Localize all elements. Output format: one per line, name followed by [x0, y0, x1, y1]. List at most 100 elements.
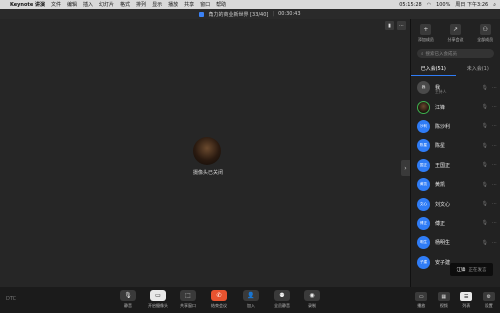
- more-icon[interactable]: ⋯: [492, 182, 497, 188]
- participant-row[interactable]: 国正 王国正 🎙 ⋯: [411, 156, 500, 175]
- participant-row[interactable]: 江锋 🎙 ⋯: [411, 97, 500, 116]
- more-icon[interactable]: ⋯: [492, 123, 497, 129]
- tab-joined[interactable]: 已入会(51): [411, 62, 456, 76]
- share-window-button[interactable]: ⬚ 共享窗口: [176, 290, 200, 309]
- speaking-status: 正在发言: [468, 267, 487, 273]
- title-separator: |: [272, 11, 275, 17]
- tab-not-joined[interactable]: 未入会(1): [456, 62, 500, 76]
- share-icon: ↗: [449, 24, 461, 35]
- more-icon[interactable]: ⋯: [492, 201, 497, 207]
- record-button[interactable]: ◉ 录制: [300, 290, 324, 309]
- more-icon[interactable]: ⋯: [492, 104, 497, 110]
- camera-off-label: 摄像头已关闭: [192, 170, 223, 176]
- video-top-icons: ▮ ⋯: [385, 21, 406, 30]
- menu-item-arrange[interactable]: 排列: [136, 1, 146, 8]
- control-bar: DTC 🎙 静音 ▭ 开启摄像头 ⬚ 共享窗口 ✆ 结束会议 👤 加入 ⚉ 全员…: [0, 287, 410, 313]
- panel-bottom-bar: ▭ 播放 ▦ 视频 ☰ 列表 ⚙ 设置: [410, 287, 500, 313]
- participant-name: 黄凯: [435, 182, 446, 189]
- settings-button[interactable]: ⚙ 设置: [482, 292, 495, 309]
- speaker-avatar: [193, 137, 221, 165]
- join-button[interactable]: 👤 加入: [239, 290, 263, 309]
- participant-name: 陈星: [435, 143, 446, 150]
- record-label: 录制: [308, 303, 316, 308]
- participant-name: 刘文心: [435, 201, 451, 208]
- mute-all-label: 全员静音: [274, 303, 290, 308]
- menu-item-format[interactable]: 格式: [120, 1, 130, 8]
- camera-icon: ▭: [150, 290, 166, 301]
- menu-app-name[interactable]: Keynote 讲演: [10, 1, 45, 8]
- collapse-panel-icon[interactable]: ›: [401, 160, 410, 176]
- mute-button[interactable]: 🎙 静音: [116, 290, 140, 309]
- share-meeting-button[interactable]: ↗ 分享会议: [442, 24, 468, 43]
- add-member-icon: +: [420, 24, 432, 35]
- camera-label: 开启摄像头: [148, 303, 168, 308]
- wifi-icon[interactable]: ◠: [427, 2, 431, 8]
- participant-row[interactable]: 我 我 主持人 🎙 ⋯: [411, 78, 500, 97]
- participant-avatar: 子建: [417, 255, 430, 269]
- menu-item-slide[interactable]: 幻灯片: [99, 1, 114, 8]
- more-icon[interactable]: ⋯: [492, 85, 497, 91]
- play-label: 播放: [417, 303, 426, 308]
- recording-clock[interactable]: 05:15:28: [399, 2, 421, 8]
- search-icon[interactable]: ⌕: [493, 2, 496, 8]
- more-icon[interactable]: ⋯: [492, 143, 497, 149]
- speaking-name: 江锋: [456, 267, 466, 273]
- list-icon: ☰: [460, 292, 473, 301]
- speaking-tooltip: 江锋 正在发言: [450, 263, 493, 276]
- add-member-button[interactable]: + 添加成员: [413, 24, 439, 43]
- microphone-icon[interactable]: 🎙: [482, 123, 488, 129]
- participant-avatar: 沙利: [417, 119, 430, 133]
- microphone-icon[interactable]: 🎙: [482, 201, 488, 207]
- participant-avatar: 黄凯: [417, 178, 430, 192]
- microphone-icon[interactable]: 🎙: [482, 220, 488, 226]
- camera-button[interactable]: ▭ 开启摄像头: [146, 290, 170, 309]
- participant-name: 傅正: [435, 220, 446, 227]
- record-icon: ◉: [304, 290, 320, 301]
- participant-row[interactable]: 文心 刘文心 🎙 ⋯: [411, 194, 500, 213]
- microphone-icon[interactable]: 🎙: [482, 182, 488, 188]
- participant-row[interactable]: 沙利 陈沙利 🎙 ⋯: [411, 117, 500, 136]
- grid-icon: ▦: [437, 292, 450, 301]
- participant-row[interactable]: 黄凯 黄凯 🎙 ⋯: [411, 175, 500, 194]
- participant-row[interactable]: 明生 杨明生 🎙 ⋯: [411, 233, 500, 252]
- microphone-icon[interactable]: 🎙: [482, 85, 488, 91]
- mute-all-button[interactable]: ⚉ 全员静音: [270, 290, 294, 309]
- all-members-button[interactable]: ⚇ 全部成员: [472, 24, 498, 43]
- menu-item-window[interactable]: 窗口: [200, 1, 210, 8]
- mic-status-icon[interactable]: ▮: [385, 21, 394, 30]
- more-icon[interactable]: ⋯: [397, 21, 406, 30]
- menu-item-file[interactable]: 文件: [51, 1, 61, 8]
- play-button[interactable]: ▭ 播放: [415, 292, 428, 309]
- participant-name: 王国正: [435, 162, 451, 169]
- menu-item-insert[interactable]: 插入: [83, 1, 93, 8]
- participant-row[interactable]: 傅正 傅正 🎙 ⋯: [411, 214, 500, 233]
- microphone-icon[interactable]: 🎙: [482, 240, 488, 246]
- add-member-label: 添加成员: [417, 37, 434, 42]
- menu-item-play[interactable]: 播放: [168, 1, 178, 8]
- participant-row[interactable]: 陈星 陈星 🎙 ⋯: [411, 136, 500, 155]
- battery-percent[interactable]: 100%: [436, 2, 450, 8]
- menu-item-view[interactable]: 显示: [152, 1, 162, 8]
- more-icon[interactable]: ⋯: [492, 220, 497, 226]
- menu-item-help[interactable]: 帮助: [216, 1, 226, 8]
- participant-search[interactable]: ⌕ 搜索已入会成员: [417, 49, 494, 58]
- menu-item-edit[interactable]: 编辑: [67, 1, 77, 8]
- list-view-button[interactable]: ☰ 列表: [460, 292, 473, 309]
- menu-item-share[interactable]: 共享: [184, 1, 194, 8]
- participant-avatar: 我: [417, 81, 430, 95]
- panel-actions: + 添加成员 ↗ 分享会议 ⚇ 全部成员: [411, 19, 500, 43]
- participant-name: 安子建: [435, 259, 451, 266]
- microphone-icon[interactable]: 🎙: [482, 104, 488, 110]
- video-view-button[interactable]: ▦ 视频: [437, 292, 450, 309]
- more-icon[interactable]: ⋯: [492, 162, 497, 168]
- end-meeting-button[interactable]: ✆ 结束会议: [207, 290, 231, 309]
- menu-datetime[interactable]: 周日 下午3:26: [455, 1, 488, 8]
- microphone-icon[interactable]: 🎙: [482, 143, 488, 149]
- participant-name: 杨明生: [435, 240, 451, 247]
- meeting-title-bar: 角力的商业新世界 [33/40] | 00:30:43: [0, 9, 500, 19]
- participant-avatar: 明生: [417, 236, 430, 250]
- participant-name: 江锋: [435, 104, 446, 111]
- more-icon[interactable]: ⋯: [492, 240, 497, 246]
- gear-icon: ⚙: [482, 292, 495, 301]
- microphone-icon[interactable]: 🎙: [482, 162, 488, 168]
